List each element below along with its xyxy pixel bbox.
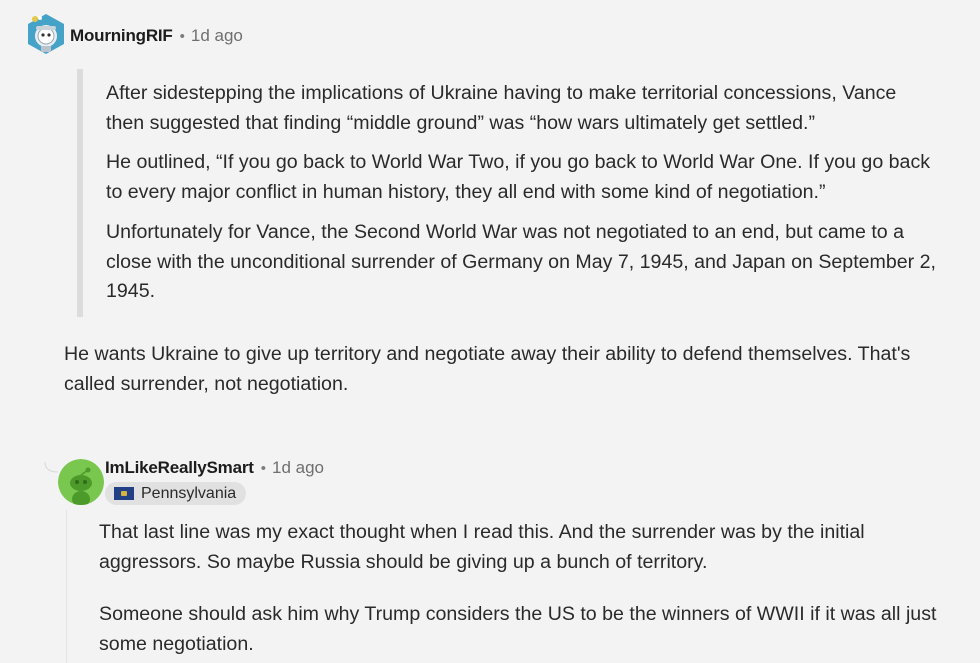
avatar-mourningrif[interactable] [24, 12, 68, 56]
blockquote: After sidestepping the implications of U… [77, 69, 943, 317]
snoo-green-avatar-icon [58, 459, 104, 505]
comment1-body: He wants Ukraine to give up territory an… [64, 343, 911, 395]
comment2-timestamp[interactable]: 1d ago [272, 458, 324, 478]
comment2-paragraph: Someone should ask him why Trump conside… [99, 603, 937, 655]
thread-line[interactable] [66, 510, 67, 663]
quote-paragraph: Unfortunately for Vance, the Second Worl… [106, 221, 936, 302]
avatar-imlikereallysmart[interactable] [58, 459, 104, 505]
comment2-paragraph: That last line was my exact thought when… [99, 521, 865, 573]
flair-label: Pennsylvania [141, 484, 237, 502]
comment2-header: ImLikeReallySmart • 1d ago [105, 458, 324, 478]
separator-dot: • [179, 28, 185, 45]
user-flair: Pennsylvania [105, 482, 247, 505]
quote-paragraph: After sidestepping the implications of U… [106, 82, 897, 134]
comment1-username[interactable]: MourningRIF [70, 26, 173, 46]
pennsylvania-flag-icon [114, 487, 134, 500]
comment1-header: MourningRIF • 1d ago [70, 26, 243, 46]
snoo-astronaut-avatar-icon [28, 14, 64, 54]
comment2-username[interactable]: ImLikeReallySmart [105, 458, 254, 478]
quote-paragraph: He outlined, “If you go back to World Wa… [106, 151, 931, 203]
separator-dot: • [260, 460, 266, 477]
comment1-timestamp[interactable]: 1d ago [191, 26, 243, 46]
